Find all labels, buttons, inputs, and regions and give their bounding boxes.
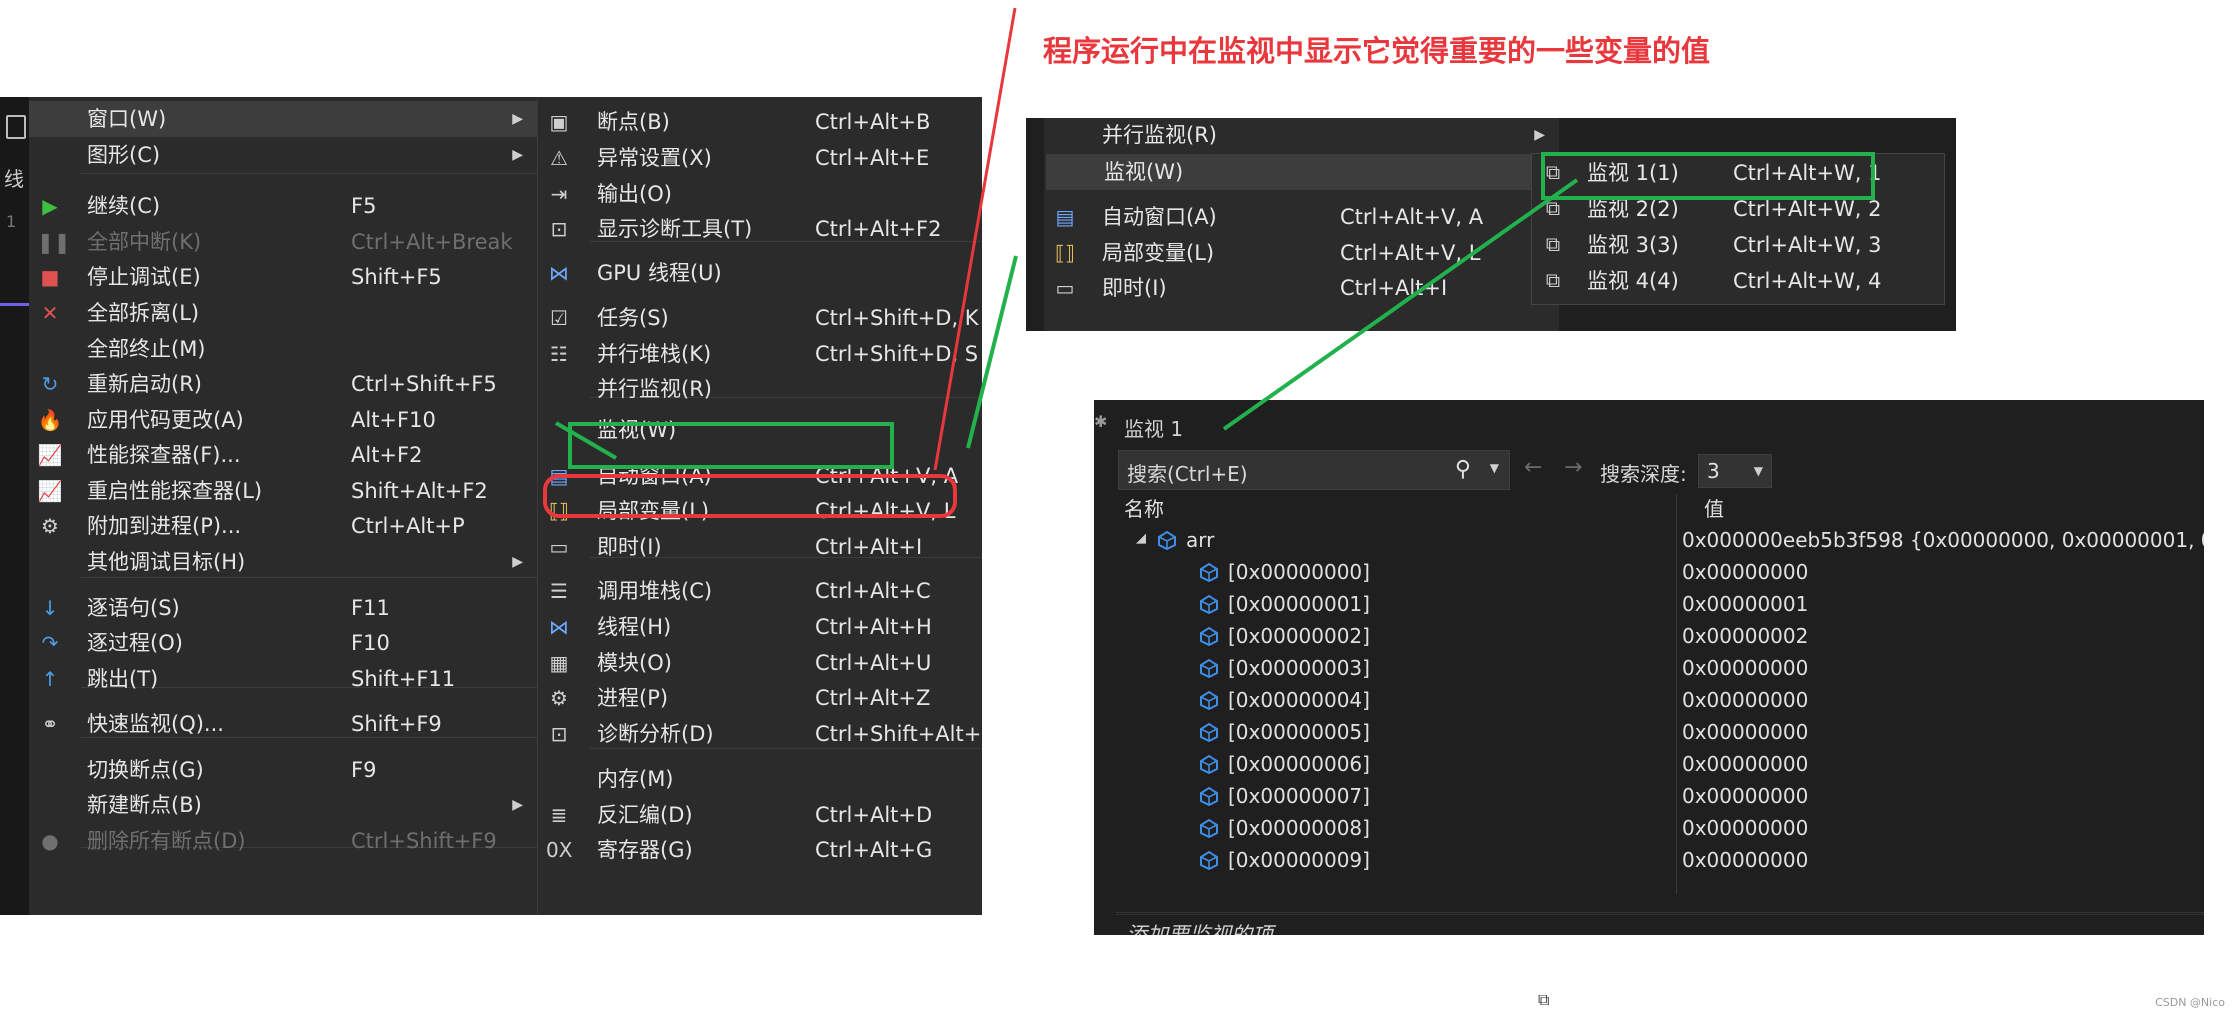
annotation-green-box-watch1 [1541, 152, 1875, 200]
annotation-overlay [543, 7, 1875, 518]
annotation-red-line [933, 7, 1017, 471]
annotation-green-line-2 [1222, 178, 1579, 431]
copy-icon[interactable]: ⧉ [1538, 990, 1549, 1010]
watermark: CSDN @Nico [2155, 996, 2225, 1009]
annotation-green-tick [554, 421, 618, 460]
annotation-green-box-watch [568, 422, 894, 469]
annotation-green-line-1 [966, 255, 1018, 449]
annotation-red-outline [543, 474, 957, 518]
